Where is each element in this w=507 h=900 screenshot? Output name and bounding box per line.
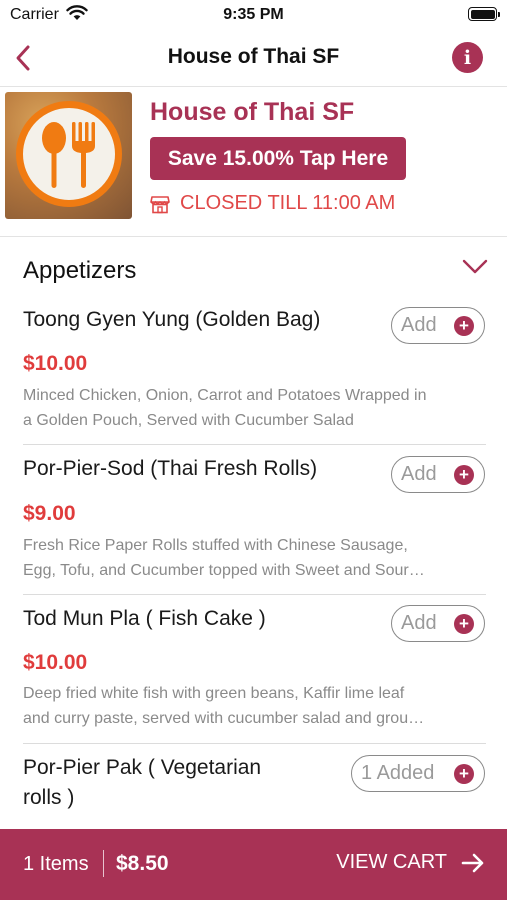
info-button[interactable]: i: [452, 42, 483, 73]
cart-item-count: 1 Items: [23, 853, 89, 875]
description-line: Deep fried white fish with green beans, …: [23, 685, 405, 702]
menu-item[interactable]: Toong Gyen Yung (Golden Bag) Add + $10.0…: [0, 299, 507, 445]
clock: 9:35 PM: [223, 6, 284, 23]
item-name: Toong Gyen Yung (Golden Bag): [23, 308, 321, 331]
item-name: Tod Mun Pla ( Fish Cake ): [23, 607, 266, 630]
cart-total: $8.50: [116, 852, 169, 875]
added-button[interactable]: 1 Added +: [351, 755, 485, 792]
closed-status: CLOSED TILL 11:00 AM: [150, 192, 395, 215]
category-header[interactable]: Appetizers: [0, 237, 507, 299]
restaurant-logo: [5, 92, 132, 219]
item-price: $10.00: [23, 651, 88, 674]
add-label: Add: [401, 463, 437, 485]
description-line: and curry paste, served with cucumber sa…: [23, 710, 425, 727]
add-label: Add: [401, 612, 437, 634]
restaurant-name: House of Thai SF: [150, 98, 355, 126]
arrow-right-icon: [461, 853, 484, 872]
menu-item[interactable]: Tod Mun Pla ( Fish Cake ) Add + $10.00 D…: [0, 595, 507, 744]
chevron-down-icon[interactable]: [462, 259, 488, 275]
promo-button[interactable]: Save 15.00% Tap Here: [150, 137, 406, 180]
description-line: Fresh Rice Paper Rolls stuffed with Chin…: [23, 537, 408, 554]
spoon-fork-icon: [42, 122, 95, 188]
logo-badge: [16, 101, 122, 207]
add-button[interactable]: Add +: [391, 456, 485, 493]
plus-icon: +: [454, 465, 474, 485]
item-name-line: rolls ): [23, 786, 75, 809]
item-price: $10.00: [23, 352, 88, 375]
item-description: Fresh Rice Paper Rolls stuffed with Chin…: [23, 533, 489, 583]
add-label: Add: [401, 314, 437, 336]
menu-item[interactable]: Por-Pier-Sod (Thai Fresh Rolls) Add + $9…: [0, 446, 507, 595]
category-title: Appetizers: [23, 257, 137, 284]
plus-icon: +: [454, 316, 474, 336]
page-title: House of Thai SF: [167, 45, 340, 68]
cart-bar[interactable]: 1 Items $8.50 VIEW CART: [0, 829, 507, 900]
add-button[interactable]: Add +: [391, 307, 485, 344]
description-line: Egg, Tofu, and Cucumber topped with Swee…: [23, 562, 425, 579]
battery-icon: [468, 7, 500, 21]
status-bar: Carrier 9:35 PM: [0, 0, 507, 30]
divider: [23, 444, 486, 445]
add-button[interactable]: Add +: [391, 605, 485, 642]
menu-item[interactable]: Por-Pier Pak ( Vegetarian rolls ) 1 Adde…: [0, 744, 507, 829]
description-line: Minced Chicken, Onion, Carrot and Potato…: [23, 387, 427, 404]
view-cart-label: VIEW CART: [336, 851, 447, 873]
plus-icon: +: [454, 764, 474, 784]
navigation-bar: House of Thai SF i: [0, 30, 507, 87]
item-name-line: Por-Pier Pak ( Vegetarian: [23, 756, 262, 779]
view-cart-button[interactable]: VIEW CART: [336, 851, 485, 874]
plus-icon: +: [454, 614, 474, 634]
info-icon: i: [463, 46, 472, 69]
divider: [103, 850, 104, 877]
store-icon: [150, 195, 170, 213]
item-price: $9.00: [23, 502, 76, 525]
item-name: Por-Pier-Sod (Thai Fresh Rolls): [23, 457, 318, 480]
added-label: 1 Added: [361, 762, 435, 784]
restaurant-header: House of Thai SF Save 15.00% Tap Here CL…: [0, 87, 507, 237]
item-description: Minced Chicken, Onion, Carrot and Potato…: [23, 383, 489, 433]
item-name: Por-Pier Pak ( Vegetarian rolls ): [23, 753, 323, 813]
item-description: Deep fried white fish with green beans, …: [23, 681, 489, 731]
description-line: a Golden Pouch, Served with Cucumber Sal…: [23, 412, 354, 429]
closed-label: CLOSED TILL 11:00 AM: [180, 192, 396, 214]
